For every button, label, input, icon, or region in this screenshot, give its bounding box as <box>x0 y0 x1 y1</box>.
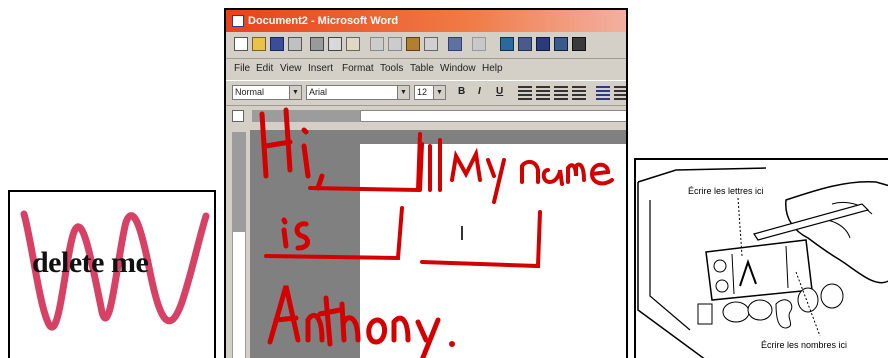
delete-gesture-panel: delete me <box>8 190 216 358</box>
pda-illustration-panel: Écrire les lettres ici Écrire les nombre… <box>634 158 888 358</box>
handwriting-ink <box>259 107 614 358</box>
letters-area-label: Écrire les lettres ici <box>688 186 764 196</box>
word-window: Document2 - Microsoft Word File Edit Vie… <box>224 8 628 358</box>
numbers-area-label: Écrire les nombres ici <box>761 340 848 350</box>
delete-me-text: delete me <box>32 246 149 279</box>
